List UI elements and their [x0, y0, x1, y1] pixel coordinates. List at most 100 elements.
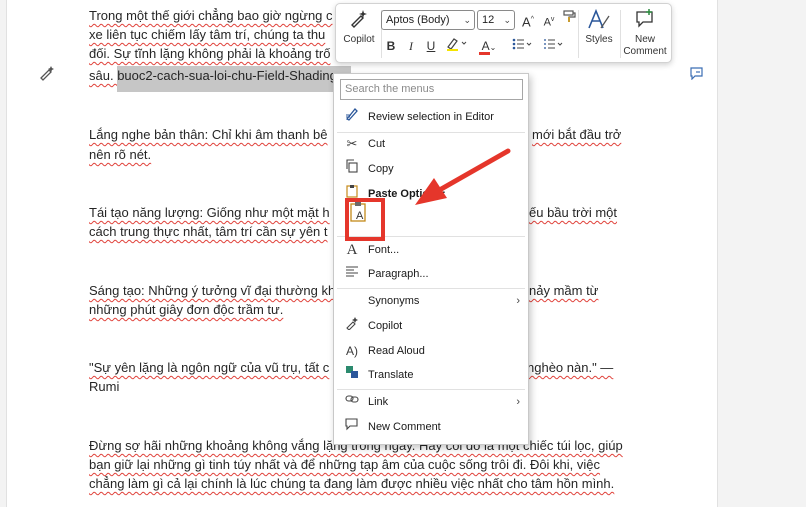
- link-icon: [344, 391, 360, 413]
- copilot-icon: [340, 8, 378, 34]
- menu-item-copilot[interactable]: Copilot: [334, 315, 528, 337]
- new-comment-icon: [622, 8, 668, 34]
- doc-line-right: ếu bầu trời một: [529, 205, 618, 220]
- scissors-icon: ✂: [346, 136, 358, 151]
- doc-line-right: nghèo nàn." —: [527, 360, 614, 375]
- bold-glyph: B: [386, 39, 396, 53]
- editor-pen-icon: [344, 106, 360, 128]
- italic-button[interactable]: I: [403, 36, 419, 56]
- numbering-icon: [542, 39, 564, 55]
- font-icon: A: [346, 242, 358, 258]
- menu-item-label: Paragraph...: [368, 268, 429, 280]
- menu-item-label: New Comment: [368, 421, 441, 433]
- highlighter-icon: [445, 38, 469, 55]
- menu-item-read-aloud[interactable]: A) Read Aloud: [334, 340, 528, 362]
- menu-item-label: Review selection in Editor: [368, 111, 494, 123]
- doc-line: xe liên tục chiếm lấy tâm trí, chúng ta …: [89, 27, 326, 42]
- chevron-down-icon: ⌄: [503, 15, 511, 25]
- doc-line: bạn giữ lại những gì tinh túy nhất và để…: [89, 457, 601, 472]
- toolbar-divider: [620, 10, 621, 58]
- menu-item-review-selection[interactable]: Review selection in Editor: [334, 106, 528, 128]
- format-painter-button[interactable]: [562, 10, 578, 30]
- menu-item-copy[interactable]: Copy: [334, 158, 528, 180]
- new-comment-button[interactable]: New Comment: [622, 8, 668, 58]
- search-menus-input[interactable]: Search the menus: [340, 79, 523, 100]
- highlight-color-button[interactable]: [444, 36, 470, 56]
- copilot-icon: [344, 315, 360, 337]
- selected-text[interactable]: buoc2-cach-sua-loi-chu-Field-Shading: [117, 66, 352, 92]
- search-menus-placeholder: Search the menus: [345, 83, 435, 95]
- menu-item-label: Copilot: [368, 320, 403, 332]
- font-color-button[interactable]: A⌄: [476, 36, 502, 56]
- doc-line: Rumi: [89, 379, 120, 394]
- doc-line: chẳng làm gì cả lại chính là lúc chúng t…: [89, 476, 615, 491]
- underline-glyph: U: [426, 39, 436, 53]
- menu-item-label: Font...: [368, 244, 400, 256]
- font-size-value: 12: [482, 14, 495, 26]
- copilot-label: Copilot: [343, 34, 375, 45]
- bullets-button[interactable]: [510, 36, 534, 56]
- new-comment-label-line2: Comment: [623, 46, 667, 57]
- bold-button[interactable]: B: [383, 36, 399, 56]
- font-name-value: Aptos (Body): [386, 14, 450, 26]
- doc-line: sâu. buoc2-cach-sua-loi-chu-Field-Shadin…: [89, 66, 352, 92]
- doc-line: "Sự yên lặng là ngôn ngữ của vũ trụ, tất…: [89, 360, 330, 375]
- menu-item-link[interactable]: Link ›: [334, 391, 528, 413]
- styles-icon: [581, 8, 617, 34]
- menu-item-cut[interactable]: ✂ Cut: [334, 133, 528, 155]
- menu-item-label: Synonyms: [368, 295, 420, 307]
- menu-item-font[interactable]: A Font...: [334, 239, 528, 261]
- menu-item-label: Copy: [368, 163, 394, 175]
- context-menu: Search the menus Review selection in Edi…: [333, 73, 529, 445]
- right-page-gutter: [717, 0, 806, 507]
- grow-font-button[interactable]: A^: [520, 10, 536, 30]
- chevron-down-icon: ⌄: [463, 15, 471, 25]
- new-comment-label-line1: New: [634, 34, 655, 45]
- bullets-icon: [511, 38, 533, 55]
- doc-line: Trong một thế giới chẳng bao giờ ngừng c: [89, 8, 333, 23]
- font-size-dropdown[interactable]: 12 ⌄: [477, 10, 515, 30]
- underline-button[interactable]: U: [423, 36, 439, 56]
- translate-icon: [344, 364, 360, 386]
- grow-font-glyph: A: [522, 14, 531, 30]
- mini-toolbar: Copilot Aptos (Body) ⌄ 12 ⌄ A^ Av B I U …: [335, 3, 672, 63]
- doc-line: cách trung thực nhất, tâm trí cần sự yên…: [89, 224, 328, 239]
- menu-item-label: Read Aloud: [368, 345, 425, 357]
- menu-item-label: Translate: [368, 369, 414, 381]
- shrink-font-glyph: A: [543, 16, 551, 29]
- doc-line: Sáng tạo: Những ý tưởng vĩ đại thường kh: [89, 283, 336, 298]
- italic-glyph: I: [409, 39, 413, 53]
- copilot-button[interactable]: Copilot: [340, 8, 378, 60]
- shrink-font-button[interactable]: Av: [541, 10, 557, 30]
- editor-pen-icon[interactable]: [38, 64, 56, 85]
- menu-item-paragraph[interactable]: Paragraph...: [334, 263, 528, 285]
- doc-line: những phút giây đơn độc trầm tư.: [89, 302, 284, 317]
- menu-item-label: Link: [368, 396, 389, 408]
- copy-icon: [344, 158, 360, 180]
- menu-item-new-comment[interactable]: New Comment: [334, 416, 528, 438]
- doc-line: nên rõ nét.: [89, 147, 152, 162]
- numbering-button[interactable]: [541, 36, 565, 56]
- menu-divider: [337, 288, 525, 289]
- left-window-edge: [0, 0, 7, 507]
- read-aloud-icon: A): [346, 344, 358, 358]
- doc-line: đối. Sự tĩnh lặng không phải là khoảng t…: [89, 46, 331, 61]
- styles-button[interactable]: Styles: [581, 8, 617, 46]
- toolbar-divider: [578, 10, 579, 58]
- chevron-right-icon: ›: [516, 295, 520, 307]
- menu-item-label: Cut: [368, 138, 386, 150]
- new-comment-icon: [344, 416, 360, 438]
- doc-line: Tái tạo năng lượng: Giống như một mặt h: [89, 205, 330, 220]
- menu-item-translate[interactable]: Translate: [334, 364, 528, 386]
- font-name-dropdown[interactable]: Aptos (Body) ⌄: [381, 10, 475, 30]
- doc-line-right: mới bắt đầu trở: [532, 127, 622, 142]
- font-color-swatch: [479, 52, 490, 55]
- menu-item-synonyms[interactable]: Synonyms ›: [334, 290, 528, 312]
- paragraph-icon: [344, 263, 360, 285]
- font-color-glyph: A: [481, 39, 490, 53]
- annotation-highlight-box: [345, 198, 385, 241]
- comment-margin-icon[interactable]: [689, 66, 705, 83]
- format-painter-icon: [563, 10, 577, 27]
- styles-label: Styles: [585, 34, 613, 45]
- doc-line-right: nảy mầm từ: [529, 283, 599, 298]
